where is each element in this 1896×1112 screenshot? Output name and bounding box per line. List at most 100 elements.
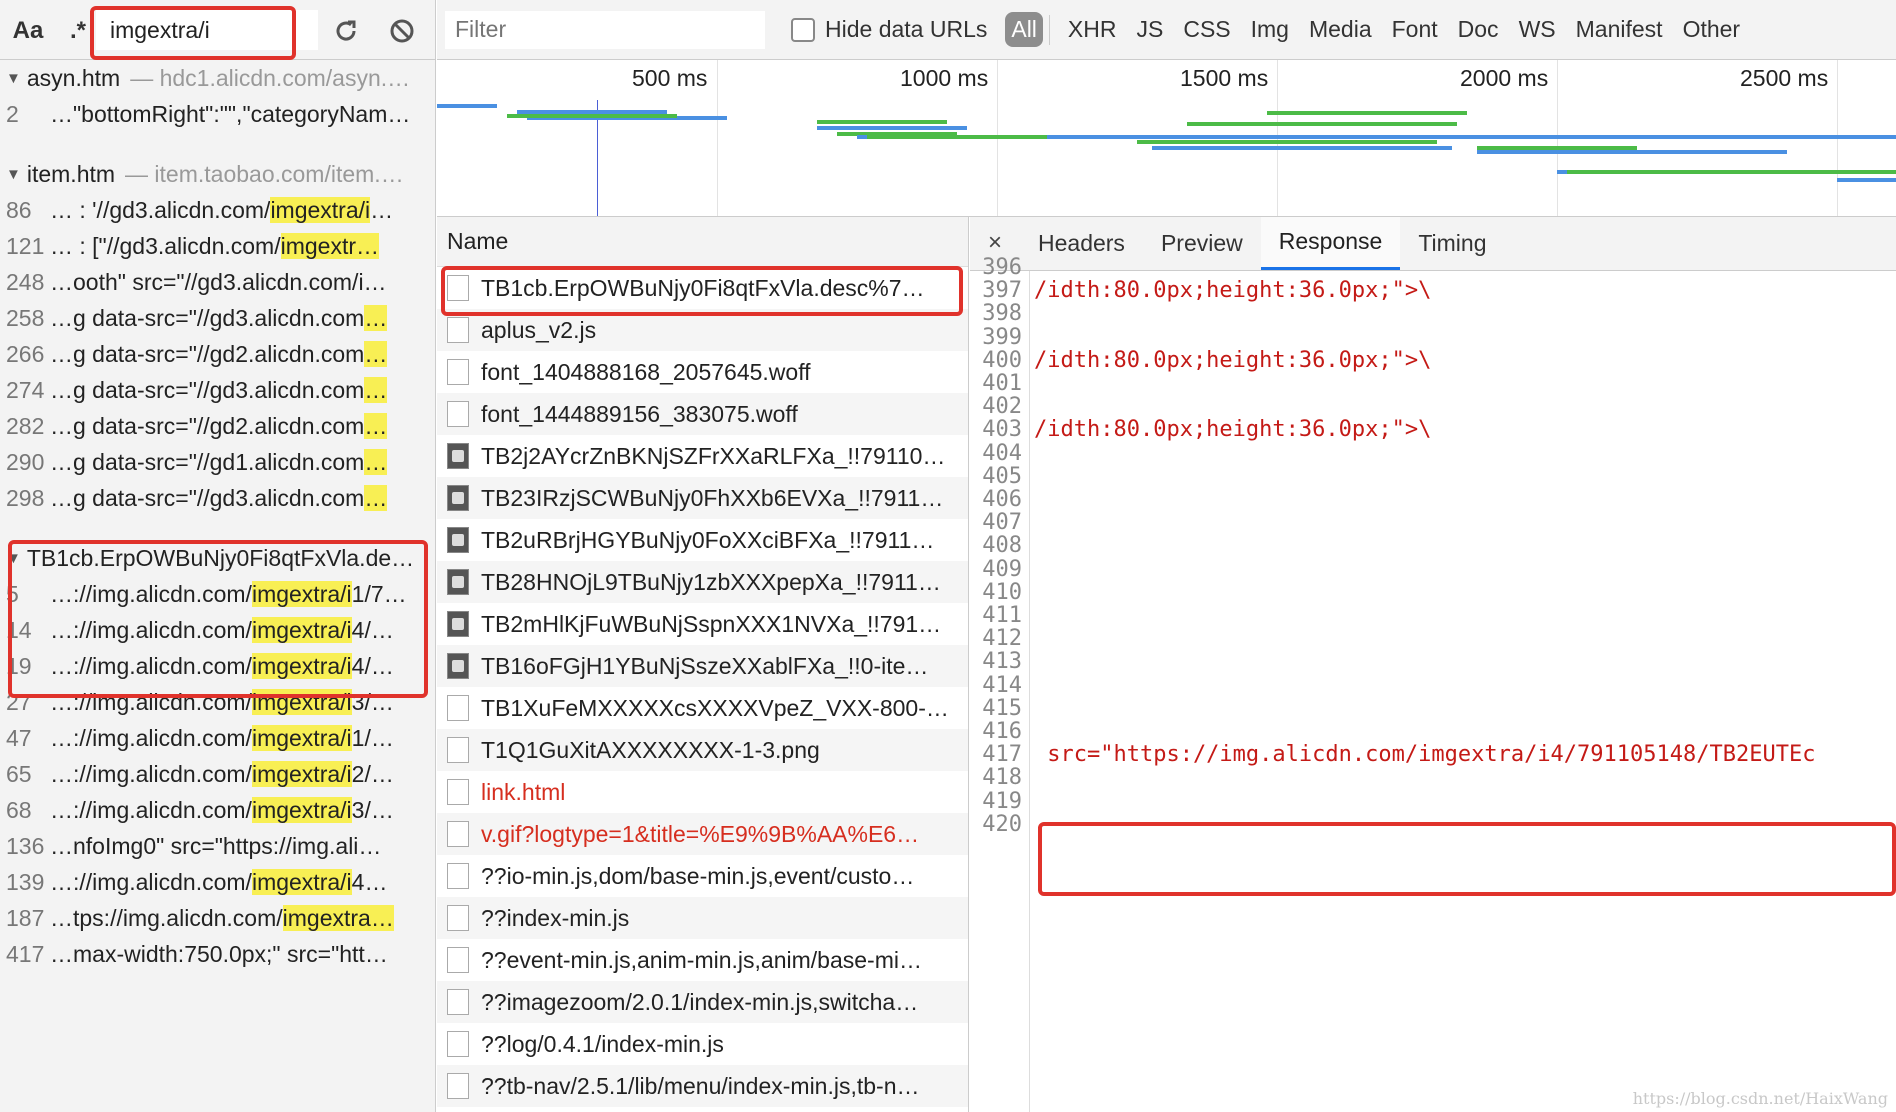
request-row[interactable]: TB23IRzjSCWBuNjy0FhXXb6EVXa_!!7911… xyxy=(437,477,968,519)
triangle-down-icon: ▼ xyxy=(6,549,21,567)
request-row[interactable]: TB28HNOjL9TBuNjy1zbXXXpepXa_!!7911… xyxy=(437,561,968,603)
result-text-pre: …g data-src="//gd2.alicdn.com xyxy=(50,340,365,367)
request-row[interactable]: v.gif?logtype=1&title=%E9%9B%AA%E6… xyxy=(437,813,968,855)
request-row[interactable]: TB2uRBrjHGYBuNjy0FoXXciBFXa_!!7911… xyxy=(437,519,968,561)
search-result-row[interactable]: 65 …://img.alicdn.com/imgextra/i2/… xyxy=(0,756,435,792)
result-text: …g data-src="//gd3.alicdn.com… xyxy=(40,376,435,404)
search-result-row[interactable]: 121… : ["//gd3.alicdn.com/imgextr… xyxy=(0,228,435,264)
result-match: … xyxy=(364,376,388,403)
request-row[interactable]: font_1444889156_383075.woff xyxy=(437,393,968,435)
search-result-row[interactable]: 266 …g data-src="//gd2.alicdn.com… xyxy=(0,336,435,372)
request-row[interactable]: TB2mHlKjFuWBuNjSspnXXX1NVXa_!!791… xyxy=(437,603,968,645)
match-case-button[interactable]: Aa xyxy=(10,14,46,48)
tab-headers[interactable]: Headers xyxy=(1020,217,1143,270)
filter-type-all[interactable]: All xyxy=(1005,12,1043,47)
search-result-row[interactable]: 258 …g data-src="//gd3.alicdn.com… xyxy=(0,300,435,336)
request-row[interactable]: font_1404888168_2057645.woff xyxy=(437,351,968,393)
watermark: https://blog.csdn.net/HaixWang xyxy=(1632,1089,1888,1108)
filter-type-img[interactable]: Img xyxy=(1243,12,1297,47)
result-match: imgextra/i xyxy=(251,652,352,679)
code-line-number: 407 xyxy=(982,510,1022,536)
request-row[interactable]: ??tb-nav/2.5.1/lib/menu/index-min.js,tb-… xyxy=(437,1065,968,1107)
response-viewer[interactable]: 396 397/idth:80.0px;height:36.0px;">\ 398 3… xyxy=(970,255,1896,1112)
search-result-row[interactable]: 19 …://img.alicdn.com/imgextra/i4/… xyxy=(0,648,435,684)
result-match: … xyxy=(364,340,388,367)
filter-type-font[interactable]: Font xyxy=(1384,12,1446,47)
search-result-row[interactable]: 417 …max-width:750.0px;" src="htt… xyxy=(0,936,435,972)
clear-icon[interactable] xyxy=(384,14,420,48)
search-result-row[interactable]: 14 …://img.alicdn.com/imgextra/i4/… xyxy=(0,612,435,648)
request-row[interactable]: link.html xyxy=(437,771,968,813)
request-name: ??tb-nav/2.5.1/lib/menu/index-min.js,tb-… xyxy=(481,1072,920,1099)
request-row[interactable]: T1Q1GuXitAXXXXXXXX-1-3.png xyxy=(437,729,968,771)
result-text: …g data-src="//gd1.alicdn.com… xyxy=(40,448,435,476)
search-result-row[interactable]: 136 …nfoImg0" src="https://img.ali… xyxy=(0,828,435,864)
search-result-row[interactable]: 2 …"bottomRight":"","categoryNam… xyxy=(0,96,435,132)
tab-response[interactable]: Response xyxy=(1260,217,1401,270)
code-line-number: 405 xyxy=(982,463,1022,489)
search-result-row[interactable]: 139 …://img.alicdn.com/imgextra/i4… xyxy=(0,864,435,900)
search-result-row[interactable]: 86 … : '//gd3.alicdn.com/imgextra/i… xyxy=(0,192,435,228)
search-result-row[interactable]: 187 …tps://img.alicdn.com/imgextra… xyxy=(0,900,435,936)
request-row[interactable]: ??index-min.js xyxy=(437,897,968,939)
request-row[interactable]: ??imagezoom/2.0.1/index-min.js,switcha… xyxy=(437,981,968,1023)
result-match: imgextra/i xyxy=(251,580,352,607)
hide-data-urls-label: Hide data URLs xyxy=(825,16,988,42)
tab-timing[interactable]: Timing xyxy=(1400,217,1504,270)
request-row[interactable]: TB16oFGjH1YBuNjSszeXXablFXa_!!0-ite… xyxy=(437,645,968,687)
code-line-text: /idth:80.0px;height:36.0px;">\ xyxy=(1034,347,1432,373)
result-text-pre: …://img.alicdn.com/ xyxy=(50,580,252,607)
search-result-row[interactable]: 5 …://img.alicdn.com/imgextra/i1/7… xyxy=(0,576,435,612)
tab-preview[interactable]: Preview xyxy=(1143,217,1261,270)
request-row[interactable]: TB1cb.ErpOWBuNjy0Fi8qtFxVla.desc%7… xyxy=(437,267,968,309)
request-name: font_1444889156_383075.woff xyxy=(481,400,798,427)
result-file-group[interactable]: ▼ TB1cb.ErpOWBuNjy0Fi8qtFxVla.de… xyxy=(0,540,435,576)
filter-type-ws[interactable]: WS xyxy=(1511,12,1564,47)
result-text: …max-width:750.0px;" src="htt… xyxy=(40,941,435,968)
request-row[interactable]: ??log/0.4.1/index-min.js xyxy=(437,1023,968,1065)
filter-type-js[interactable]: JS xyxy=(1128,12,1171,47)
result-line-number: 47 xyxy=(6,724,32,751)
search-result-row[interactable]: 274 …g data-src="//gd3.alicdn.com… xyxy=(0,372,435,408)
filter-type-other[interactable]: Other xyxy=(1675,12,1749,47)
result-file-group[interactable]: ▼ item.htm — item.taobao.com/item.… xyxy=(0,156,435,192)
request-row[interactable]: ??event-min.js,anim-min.js,anim/base-mi… xyxy=(437,939,968,981)
search-result-row[interactable]: 27 …://img.alicdn.com/imgextra/i3/… xyxy=(0,684,435,720)
document-file-icon xyxy=(447,905,469,931)
result-text-pre: …ooth" src="//gd3.alicdn.com/i… xyxy=(50,268,387,295)
request-row[interactable]: aplus_v2.js xyxy=(437,309,968,351)
filter-type-xhr[interactable]: XHR xyxy=(1060,12,1125,47)
result-match: imgextra/i xyxy=(251,616,352,643)
filter-type-manifest[interactable]: Manifest xyxy=(1568,12,1671,47)
filter-type-media[interactable]: Media xyxy=(1301,12,1380,47)
request-row[interactable]: ??io-min.js,dom/base-min.js,event/custo… xyxy=(437,855,968,897)
request-name: TB23IRzjSCWBuNjy0FhXXb6EVXa_!!7911… xyxy=(481,484,944,511)
filter-input[interactable] xyxy=(445,10,765,49)
search-input[interactable] xyxy=(96,10,318,50)
regex-button[interactable]: .* xyxy=(60,14,96,48)
hide-data-urls-checkbox[interactable] xyxy=(791,17,815,42)
result-line-number: 65 xyxy=(6,760,32,787)
search-result-row[interactable]: 248 …ooth" src="//gd3.alicdn.com/i… xyxy=(0,264,435,300)
filter-type-css[interactable]: CSS xyxy=(1175,12,1238,47)
filter-type-doc[interactable]: Doc xyxy=(1450,12,1507,47)
search-result-row[interactable]: 290 …g data-src="//gd1.alicdn.com… xyxy=(0,444,435,480)
result-file-group[interactable]: ▼ asyn.htm — hdc1.alicdn.com/asyn.… xyxy=(0,60,435,96)
result-match: imgextr… xyxy=(280,232,380,259)
request-row[interactable]: TB2j2AYcrZnBKNjSZFrXXaRLFXa_!!79110… xyxy=(437,435,968,477)
request-row[interactable]: TB1XuFeMXXXXXcsXXXXVpeZ_VXX-800-… xyxy=(437,687,968,729)
request-name: ??io-min.js,dom/base-min.js,event/custo… xyxy=(481,862,915,889)
search-result-row[interactable]: 298 …g data-src="//gd3.alicdn.com… xyxy=(0,480,435,516)
network-overview-timeline[interactable]: 500 ms 1000 ms 1500 ms 2000 ms 2500 ms xyxy=(437,60,1896,217)
search-result-row[interactable]: 47 …://img.alicdn.com/imgextra/i1/… xyxy=(0,720,435,756)
search-result-row[interactable]: 282 …g data-src="//gd2.alicdn.com… xyxy=(0,408,435,444)
search-result-row[interactable]: 68 …://img.alicdn.com/imgextra/i3/… xyxy=(0,792,435,828)
name-column-header[interactable]: Name xyxy=(437,217,968,267)
refresh-icon[interactable] xyxy=(328,14,364,48)
